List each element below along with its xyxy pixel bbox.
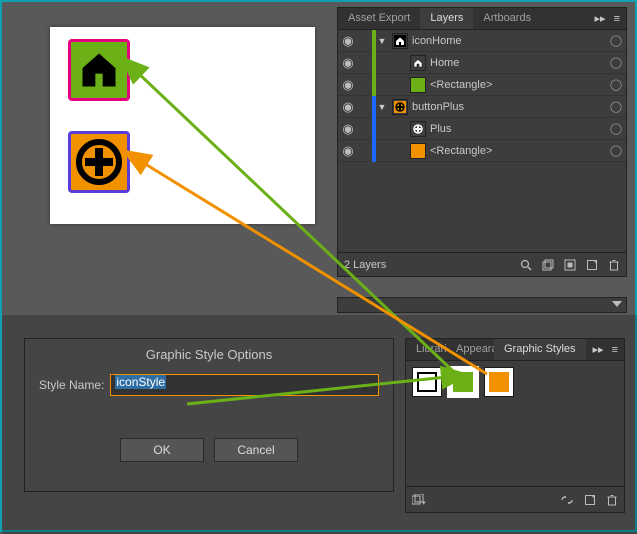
new-style-icon[interactable] bbox=[584, 494, 596, 506]
layer-name-label[interactable]: buttonPlus bbox=[412, 101, 606, 113]
layer-name-label[interactable]: <Rectangle> bbox=[430, 79, 606, 91]
target-icon[interactable]: ◯ bbox=[606, 100, 626, 113]
button-plus-tile[interactable] bbox=[68, 131, 130, 193]
graphic-style-swatch[interactable] bbox=[412, 367, 442, 397]
break-link-icon[interactable] bbox=[560, 495, 574, 505]
graphic-styles-panel: Libraries Appearance Graphic Styles ▸▸ ≡… bbox=[405, 338, 625, 513]
layer-row[interactable]: ◉ ▼ buttonPlus◯ bbox=[338, 96, 626, 118]
graphic-style-swatch[interactable] bbox=[448, 367, 478, 397]
tab-appearance[interactable]: Appearance bbox=[446, 339, 494, 360]
panel-menu-icon[interactable]: ≡ bbox=[614, 13, 620, 25]
target-icon[interactable]: ◯ bbox=[606, 122, 626, 135]
locate-object-icon[interactable] bbox=[520, 259, 532, 271]
selection-color-stripe bbox=[372, 52, 376, 74]
layer-name-label[interactable]: Home bbox=[430, 57, 606, 69]
tab-libraries[interactable]: Libraries bbox=[406, 339, 446, 360]
visibility-toggle-icon[interactable]: ◉ bbox=[338, 33, 358, 49]
ok-button[interactable]: OK bbox=[120, 438, 204, 462]
home-icon bbox=[77, 48, 121, 92]
target-icon[interactable]: ◯ bbox=[606, 34, 626, 47]
layers-panel: Asset Export Layers Artboards ▸▸ ≡ ◉ ▼ ico… bbox=[337, 7, 627, 277]
selection-color-stripe bbox=[372, 140, 376, 162]
visibility-toggle-icon[interactable]: ◉ bbox=[338, 99, 358, 115]
graphic-style-swatch[interactable] bbox=[484, 367, 514, 397]
layer-name-label[interactable]: Plus bbox=[430, 123, 606, 135]
layers-panel-tabs: Asset Export Layers Artboards ▸▸ ≡ bbox=[338, 8, 626, 30]
layer-name-label[interactable]: <Rectangle> bbox=[430, 145, 606, 157]
layer-name-label[interactable]: iconHome bbox=[412, 35, 606, 47]
visibility-toggle-icon[interactable]: ◉ bbox=[338, 55, 358, 71]
icon-home-tile[interactable] bbox=[68, 39, 130, 101]
dialog-title: Graphic Style Options bbox=[25, 339, 393, 374]
layer-row[interactable]: ◉ <Rectangle>◯ bbox=[338, 140, 626, 162]
layer-thumbnail bbox=[410, 55, 426, 71]
graphic-styles-swatches bbox=[406, 361, 624, 403]
target-icon[interactable]: ◯ bbox=[606, 144, 626, 157]
style-name-label: Style Name: bbox=[39, 378, 104, 392]
layer-thumbnail bbox=[410, 77, 426, 93]
tab-graphic-styles[interactable]: Graphic Styles bbox=[494, 339, 586, 360]
svg-text:▾: ▾ bbox=[422, 500, 426, 506]
panel-collapse-icon[interactable]: ▸▸ bbox=[593, 343, 604, 356]
disclosure-triangle-icon[interactable]: ▼ bbox=[376, 36, 388, 46]
artboard-canvas bbox=[50, 27, 315, 224]
layer-thumbnail bbox=[410, 121, 426, 137]
delete-layer-icon[interactable] bbox=[608, 259, 620, 271]
visibility-toggle-icon[interactable]: ◉ bbox=[338, 121, 358, 137]
layer-thumbnail bbox=[392, 33, 408, 49]
target-icon[interactable]: ◯ bbox=[606, 56, 626, 69]
graphic-styles-tabs: Libraries Appearance Graphic Styles ▸▸ ≡ bbox=[406, 339, 624, 361]
selection-color-stripe bbox=[372, 118, 376, 140]
layers-panel-footer: 2 Layers bbox=[338, 252, 626, 276]
create-sublayer-icon[interactable] bbox=[564, 259, 576, 271]
make-clipping-mask-icon[interactable] bbox=[542, 259, 554, 271]
graphic-style-options-dialog: Graphic Style Options Style Name: iconSt… bbox=[24, 338, 394, 492]
chevron-down-icon bbox=[612, 301, 622, 309]
panel-menu-icon[interactable]: ≡ bbox=[612, 344, 618, 356]
delete-style-icon[interactable] bbox=[606, 494, 618, 506]
layers-list: ◉▼iconHome◯◉Home◯◉<Rectangle>◯◉▼buttonPl… bbox=[338, 30, 626, 162]
visibility-toggle-icon[interactable]: ◉ bbox=[338, 77, 358, 93]
target-icon[interactable]: ◯ bbox=[606, 78, 626, 91]
plus-circle-icon bbox=[75, 138, 123, 186]
cancel-button[interactable]: Cancel bbox=[214, 438, 298, 462]
layer-row[interactable]: ◉ Home◯ bbox=[338, 52, 626, 74]
app-frame: Asset Export Layers Artboards ▸▸ ≡ ◉ ▼ ico… bbox=[0, 0, 637, 532]
disclosure-triangle-icon[interactable]: ▼ bbox=[376, 102, 388, 112]
selection-color-stripe bbox=[372, 74, 376, 96]
visibility-toggle-icon[interactable]: ◉ bbox=[338, 143, 358, 159]
styles-library-menu-icon[interactable]: ▾ bbox=[412, 494, 426, 506]
style-name-input[interactable]: iconStyle bbox=[110, 374, 379, 396]
tab-artboards[interactable]: Artboards bbox=[473, 8, 541, 29]
layer-row[interactable]: ◉ <Rectangle>◯ bbox=[338, 74, 626, 96]
tab-layers[interactable]: Layers bbox=[420, 8, 473, 29]
layer-row[interactable]: ◉ Plus◯ bbox=[338, 118, 626, 140]
panel-dock-toggle[interactable] bbox=[337, 297, 627, 313]
panel-collapse-icon[interactable]: ▸▸ bbox=[595, 12, 606, 25]
tab-asset-export[interactable]: Asset Export bbox=[338, 8, 420, 29]
layer-thumbnail bbox=[392, 99, 408, 115]
layers-count-label: 2 Layers bbox=[344, 259, 386, 271]
create-new-layer-icon[interactable] bbox=[586, 259, 598, 271]
layer-row[interactable]: ◉ ▼ iconHome◯ bbox=[338, 30, 626, 52]
graphic-styles-footer: ▾ bbox=[406, 486, 624, 512]
layer-thumbnail bbox=[410, 143, 426, 159]
